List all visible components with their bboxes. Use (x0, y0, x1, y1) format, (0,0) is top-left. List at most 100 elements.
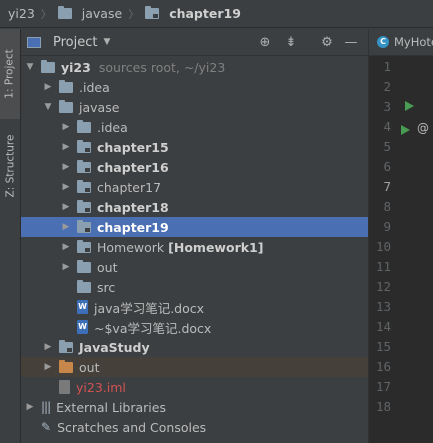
folder-icon (59, 79, 73, 93)
tree-row[interactable]: ▼ yi23 sources root, ~/yi23 (21, 57, 368, 77)
module-folder-icon (77, 239, 91, 253)
minimize-icon[interactable]: — (343, 34, 359, 50)
tree-row[interactable]: ▶ chapter18 (21, 197, 368, 217)
line-number: 9 (383, 219, 391, 234)
tree-row[interactable]: ▼ javase (21, 97, 368, 117)
project-view-icon (27, 36, 41, 48)
tool-window-stripe: 1: Project Z: Structure (0, 29, 21, 443)
breadcrumb: yi23 〉 javase 〉 chapter19 (0, 0, 433, 28)
chevron-down-icon[interactable]: ▼ (43, 102, 53, 112)
tree-row[interactable]: ▶yi23.iml (21, 377, 368, 397)
locate-icon[interactable]: ⊕ (257, 34, 273, 50)
tree-item-label: chapter18 (97, 199, 169, 215)
libraries-icon: ||| (41, 400, 51, 414)
chevron-right-icon[interactable]: ▶ (43, 82, 53, 92)
tree-row[interactable]: ▶✎Scratches and Consoles (21, 417, 368, 437)
tree-item-label: yi23.iml (76, 379, 126, 395)
word-document-icon: W (77, 320, 88, 334)
module-folder-icon (145, 6, 160, 19)
word-document-icon: W (77, 300, 88, 314)
scratches-icon: ✎ (41, 420, 52, 434)
module-folder-icon (77, 179, 91, 193)
line-number: 10 (375, 239, 391, 254)
line-number: 11 (375, 259, 391, 274)
collapse-icon[interactable]: ⇟ (283, 34, 299, 50)
chevron-right-icon[interactable]: ▶ (43, 362, 53, 372)
tree-item-label: External Libraries (56, 399, 166, 415)
line-number: 12 (375, 279, 391, 294)
chevron-right-icon[interactable]: ▶ (61, 142, 71, 152)
breadcrumb-item-javase[interactable]: javase (57, 6, 122, 21)
line-number: 8 (383, 199, 391, 214)
tree-row[interactable]: ▶ chapter16 (21, 157, 368, 177)
editor-tab[interactable]: C MyHotel (369, 29, 433, 56)
project-panel-header: Project ▼ ⊕ ⇟ ⚙ — (21, 29, 368, 56)
tab-project[interactable]: 1: Project (0, 29, 20, 119)
tree-row[interactable]: ▶ chapter15 (21, 137, 368, 157)
line-number: 6 (383, 159, 391, 174)
project-panel: Project ▼ ⊕ ⇟ ⚙ — ▼ yi23 sources root, ~/y… (21, 29, 368, 443)
breadcrumb-separator-icon: 〉 (128, 7, 140, 21)
chevron-right-icon[interactable]: ▶ (61, 182, 71, 192)
breadcrumb-separator-icon: 〉 (40, 7, 52, 21)
line-number: 15 (375, 339, 391, 354)
tree-row[interactable]: ▶ out (21, 257, 368, 277)
tree-row[interactable]: ▶ chapter19 (21, 217, 368, 237)
chevron-down-icon[interactable]: ▼ (25, 62, 35, 72)
tree-row[interactable]: ▶ .idea (21, 77, 368, 97)
tab-structure[interactable]: Z: Structure (0, 121, 20, 211)
module-folder-icon (77, 159, 91, 173)
tree-row[interactable]: ▶W~$va学习笔记.docx (21, 317, 368, 337)
run-gutter-icon[interactable] (401, 125, 410, 135)
folder-icon (59, 99, 73, 113)
chevron-down-icon[interactable]: ▼ (103, 37, 110, 47)
chevron-right-icon[interactable]: ▶ (43, 342, 53, 352)
tree-item-label: chapter16 (97, 159, 169, 175)
line-number: 7 (383, 179, 391, 194)
tree-item-label: javase (79, 99, 120, 115)
editor-tab-label: MyHotel (394, 35, 433, 49)
module-folder-icon (77, 219, 91, 233)
module-tag: [Homework1] (168, 239, 264, 255)
chevron-right-icon[interactable]: ▶ (25, 402, 35, 412)
tree-row[interactable]: ▶ JavaStudy (21, 337, 368, 357)
module-folder-icon (59, 339, 73, 353)
line-number: 2 (383, 79, 391, 94)
tree-row[interactable]: ▶ ||| External Libraries (21, 397, 368, 417)
tree-row[interactable]: ▶ out (21, 357, 368, 377)
class-icon: C (377, 36, 389, 48)
module-folder-icon (77, 199, 91, 213)
tab-structure-label: Z: Structure (4, 134, 17, 198)
tree-row[interactable]: ▶ Homework [Homework1] (21, 237, 368, 257)
project-panel-title[interactable]: Project (53, 35, 97, 50)
tree-item-label: out (97, 259, 118, 275)
chevron-right-icon[interactable]: ▶ (61, 162, 71, 172)
tree-row[interactable]: ▶ chapter17 (21, 177, 368, 197)
excluded-folder-icon (59, 359, 73, 373)
breadcrumb-item-yi23[interactable]: yi23 (8, 6, 35, 21)
chevron-right-icon[interactable]: ▶ (61, 122, 71, 132)
line-number: 18 (375, 399, 391, 414)
chevron-right-icon[interactable]: ▶ (61, 202, 71, 212)
tree-row[interactable]: ▶Wjava学习笔记.docx (21, 297, 368, 317)
run-gutter-icon[interactable] (405, 101, 414, 111)
tree-item-label: java学习笔记.docx (94, 300, 205, 316)
line-number: 16 (375, 359, 391, 374)
folder-icon (77, 119, 91, 133)
iml-file-icon (59, 380, 70, 394)
folder-icon (57, 6, 72, 19)
tab-project-label: 1: Project (4, 49, 17, 99)
chevron-right-icon[interactable]: ▶ (61, 262, 71, 272)
editor-area: C MyHotel 123456789101112131415161718 @ (368, 29, 433, 443)
chevron-right-icon[interactable]: ▶ (61, 242, 71, 252)
gear-icon[interactable]: ⚙ (319, 34, 335, 50)
line-number: 17 (375, 379, 391, 394)
annotation-icon: @ (417, 121, 429, 135)
tree-item-label: ~$va学习笔记.docx (94, 320, 212, 336)
tree-row[interactable]: ▶ .idea (21, 117, 368, 137)
tree-row[interactable]: ▶src (21, 277, 368, 297)
tree-item-label: chapter17 (97, 179, 162, 195)
breadcrumb-item-chapter19[interactable]: chapter19 (145, 6, 241, 21)
project-tree: ▼ yi23 sources root, ~/yi23 ▶ .idea ▼ javase ▶.… (21, 57, 368, 437)
chevron-right-icon[interactable]: ▶ (61, 222, 71, 232)
